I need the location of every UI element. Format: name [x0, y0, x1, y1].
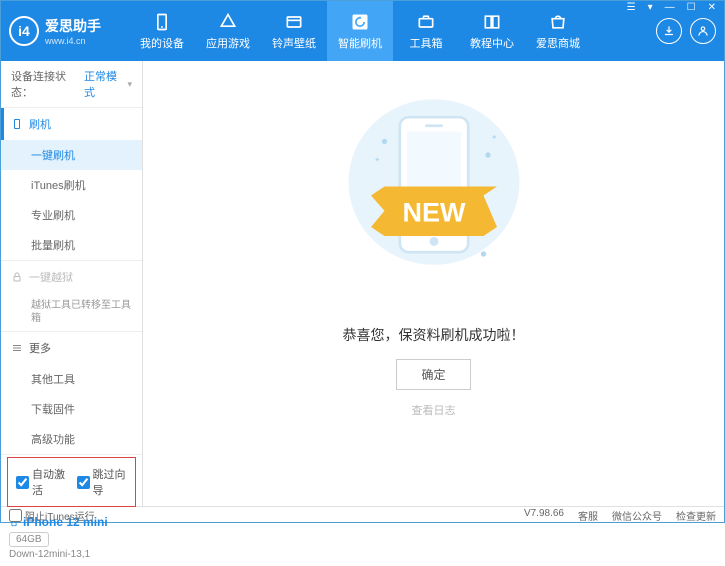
app-name: 爱思助手 [45, 16, 101, 36]
nav-store[interactable]: 爱思商城 [525, 1, 591, 61]
minimize-icon[interactable]: — [662, 2, 678, 13]
sidebar-section-more[interactable]: 更多 [1, 332, 142, 364]
store-icon [548, 12, 568, 32]
nav-tutorials[interactable]: 教程中心 [459, 1, 525, 61]
success-message: 恭喜您，保资料刷机成功啦！ [343, 325, 525, 345]
main-content: NEW 恭喜您，保资料刷机成功啦！ 确定 查看日志 [143, 61, 724, 506]
footer-update[interactable]: 检查更新 [676, 508, 716, 523]
checkbox-input[interactable] [16, 476, 29, 489]
svg-text:NEW: NEW [402, 198, 466, 228]
settings-icon[interactable]: ☰ [624, 2, 639, 13]
sidebar: 设备连接状态： 正常模式 ▾ 刷机 一键刷机 iTunes刷机 专业刷机 批量刷… [1, 61, 143, 506]
checkbox-auto-activate[interactable]: 自动激活 [16, 466, 67, 498]
tray-icon[interactable]: ▾ [645, 2, 656, 13]
main-nav: 我的设备 应用游戏 铃声壁纸 智能刷机 工具箱 教程中心 爱思商城 [129, 1, 656, 61]
maximize-icon[interactable]: ☐ [684, 2, 699, 13]
sidebar-item-batch-flash[interactable]: 批量刷机 [1, 230, 142, 260]
version-label: V7.98.66 [524, 508, 564, 523]
chevron-down-icon: ▾ [127, 79, 132, 90]
download-icon [662, 24, 676, 38]
phone-icon [152, 12, 172, 32]
user-button[interactable] [690, 18, 716, 44]
user-icon [696, 24, 710, 38]
nav-my-device[interactable]: 我的设备 [129, 1, 195, 61]
footer-support[interactable]: 客服 [578, 508, 598, 523]
checkbox-skip-guide[interactable]: 跳过向导 [77, 466, 128, 498]
options-highlight: 自动激活 跳过向导 [7, 457, 136, 507]
phone-icon [11, 118, 23, 130]
sidebar-item-pro-flash[interactable]: 专业刷机 [1, 200, 142, 230]
logo[interactable]: i4 爱思助手 www.i4.cn [9, 16, 129, 46]
device-model: Down-12mini-13,1 [9, 549, 134, 560]
header: i4 爱思助手 www.i4.cn 我的设备 应用游戏 铃声壁纸 智能刷机 工具… [1, 1, 724, 61]
sidebar-section-jailbreak[interactable]: 一键越狱 [1, 261, 142, 293]
lock-icon [11, 271, 23, 283]
jailbreak-note: 越狱工具已转移至工具箱 [1, 293, 142, 331]
checkbox-input[interactable] [77, 476, 90, 489]
connection-status[interactable]: 设备连接状态： 正常模式 ▾ [1, 61, 142, 108]
sidebar-section-flash[interactable]: 刷机 [1, 108, 142, 140]
book-icon [482, 12, 502, 32]
success-illustration: NEW [344, 91, 524, 311]
view-log-link[interactable]: 查看日志 [412, 402, 456, 418]
refresh-icon [350, 12, 370, 32]
status-label: 设备连接状态： [11, 68, 80, 100]
nav-toolbox[interactable]: 工具箱 [393, 1, 459, 61]
checkbox-input[interactable] [9, 509, 22, 522]
app-url: www.i4.cn [45, 36, 101, 46]
confirm-button[interactable]: 确定 [396, 359, 470, 390]
toolbox-icon [416, 12, 436, 32]
sidebar-item-download-fw[interactable]: 下载固件 [1, 394, 142, 424]
nav-ringtones[interactable]: 铃声壁纸 [261, 1, 327, 61]
device-storage: 64GB [9, 532, 49, 547]
nav-flash[interactable]: 智能刷机 [327, 1, 393, 61]
download-button[interactable] [656, 18, 682, 44]
media-icon [284, 12, 304, 32]
apps-icon [218, 12, 238, 32]
sidebar-item-other-tools[interactable]: 其他工具 [1, 364, 142, 394]
logo-icon: i4 [9, 16, 39, 46]
menu-icon [11, 342, 23, 354]
status-value: 正常模式 [84, 68, 123, 100]
sidebar-item-advanced[interactable]: 高级功能 [1, 424, 142, 454]
close-icon[interactable]: ✕ [705, 2, 719, 13]
footer-wechat[interactable]: 微信公众号 [612, 508, 662, 523]
sidebar-item-oneclick-flash[interactable]: 一键刷机 [1, 140, 142, 170]
nav-apps[interactable]: 应用游戏 [195, 1, 261, 61]
block-itunes-checkbox[interactable]: 阻止iTunes运行 [9, 508, 95, 523]
sidebar-item-itunes-flash[interactable]: iTunes刷机 [1, 170, 142, 200]
